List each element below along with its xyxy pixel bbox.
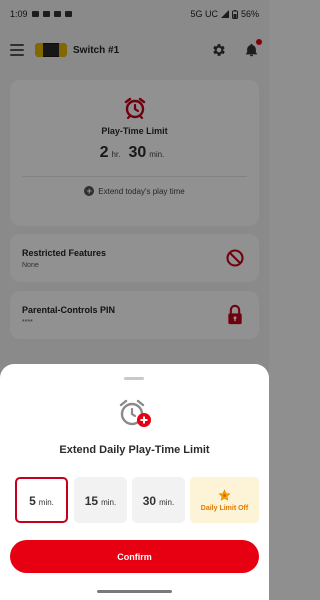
option-value: 5	[29, 494, 36, 508]
drag-handle[interactable]	[124, 377, 144, 380]
option-unit: min.	[38, 498, 54, 507]
option-30-min[interactable]: 30 min.	[132, 477, 185, 523]
option-daily-limit-off[interactable]: Daily Limit Off	[190, 477, 259, 523]
alarm-clock-add-icon	[119, 399, 151, 427]
extension-options: 5 min. 15 min. 30 min. Daily Limit Off	[15, 477, 259, 523]
home-indicator[interactable]	[97, 590, 172, 593]
option-value: 15	[84, 494, 99, 508]
option-value: 30	[142, 494, 157, 508]
option-unit: min.	[101, 498, 117, 507]
confirm-button[interactable]: Confirm	[10, 540, 259, 573]
option-15-min[interactable]: 15 min.	[74, 477, 127, 523]
sheet-title: Extend Daily Play-Time Limit	[59, 444, 210, 456]
daily-limit-off-label: Daily Limit Off	[200, 504, 249, 512]
option-5-min[interactable]: 5 min.	[15, 477, 68, 523]
star-icon	[218, 488, 231, 501]
extend-limit-bottom-sheet: Extend Daily Play-Time Limit 5 min. 15 m…	[0, 364, 269, 600]
option-unit: min.	[159, 498, 175, 507]
